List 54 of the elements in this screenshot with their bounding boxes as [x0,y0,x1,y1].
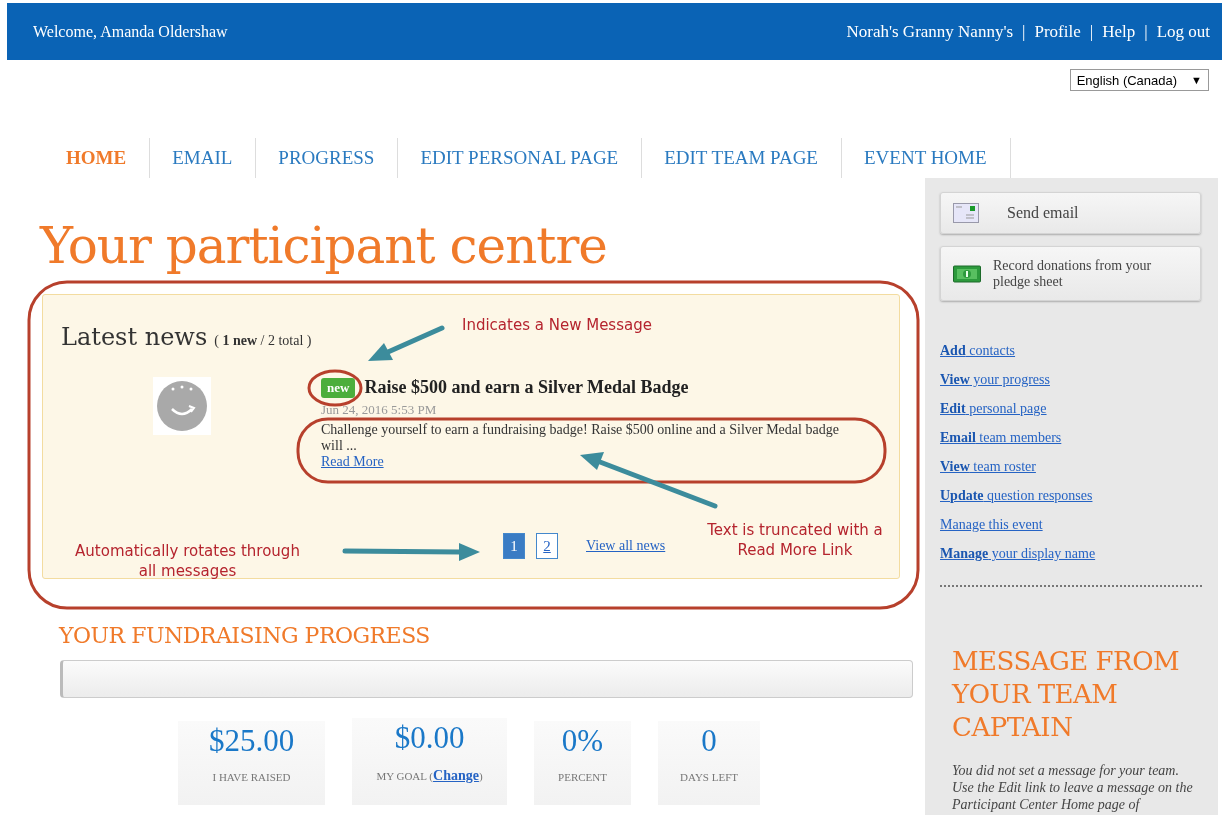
stat-value: $0.00 [393,722,466,754]
stat-label: I HAVE RAISED [211,771,292,783]
stat-value: 0 [700,725,718,757]
news-body: Challenge yourself to earn a fundraising badge! Raise $500 online and a Silver Medal badge will ... [321,422,840,454]
new-badge: new [321,377,356,398]
annotation-text: Indicates a New Message [462,315,652,335]
news-heading: Latest news [61,323,208,351]
sidebar-link[interactable]: Manage your display name [940,544,1096,563]
separator: | [1144,21,1148,42]
sidebar-button[interactable]: Send email [940,192,1201,234]
page-link[interactable]: 1 [503,533,525,559]
header-link[interactable]: Log out [1156,21,1210,42]
separator: | [1089,21,1094,42]
stat-label: MY GOAL (Change) [375,768,484,784]
stat-label: PERCENT [557,771,608,783]
nav-tab[interactable]: EMAIL [150,138,257,178]
stat-value: 0% [560,725,605,757]
caret-icon: ▼ [1191,74,1202,86]
change-link[interactable]: Change [433,768,479,783]
language-select[interactable]: English (Canada) ▼ [1069,69,1209,91]
envelope-icon [953,203,979,223]
money-icon [953,264,981,283]
page-link[interactable]: 2 [536,533,558,559]
section-heading: YOUR FUNDRAISING PROGRESS [59,623,431,648]
sidebar-button[interactable]: Record donations from your pledge sheet [940,246,1201,301]
sidebar-link[interactable]: Manage this event [940,515,1043,534]
sidebar-link[interactable]: View your progress [940,370,1050,389]
highlight-ellipse [307,369,363,407]
view-all-news-link[interactable]: View all news [586,538,666,554]
header-link[interactable]: Help [1102,21,1136,42]
page-title: Your participant centre [40,218,608,274]
sidebar-link[interactable]: Add contacts [940,341,1016,360]
badge-icon [153,377,211,435]
sidebar-link[interactable]: Edit personal page [940,399,1047,418]
sidebar-link[interactable]: Update question responses [940,486,1093,505]
annotation-text: Automatically rotates through all messages [74,541,301,581]
news-date: Jun 24, 2016 5:53 PM [321,403,438,417]
stat-label: DAYS LEFT [679,771,739,783]
nav-tab[interactable]: EDIT TEAM PAGE [642,138,842,178]
nav-tab[interactable]: EDIT PERSONAL PAGE [398,138,643,178]
stat-value: $25.00 [207,725,296,757]
news-count: ( 1 new / 2 total ) [214,333,312,349]
separator: | [1022,21,1026,42]
nav-tab[interactable]: PROGRESS [256,138,399,178]
sidebar-link[interactable]: View team roster [940,457,1036,476]
captain-message: You did not set a message for your team. Use the Edit link to leave a message on the Participant Center Home page of [952,762,1194,813]
annotation-text: Text is truncated with a Read More Link [706,520,884,560]
sidebar-link[interactable]: Email team members [940,428,1062,447]
read-more-link[interactable]: Read More [321,454,384,469]
welcome-text: Welcome, Amanda Oldershaw [33,22,228,41]
captain-heading: MESSAGE FROM YOUR TEAM CAPTAIN [952,645,1181,744]
news-title: Raise $500 and earn a Silver Medal Badge [364,377,689,398]
header-link[interactable]: Norah's Granny Nanny's [846,21,1014,42]
header-link[interactable]: Profile [1034,21,1081,42]
